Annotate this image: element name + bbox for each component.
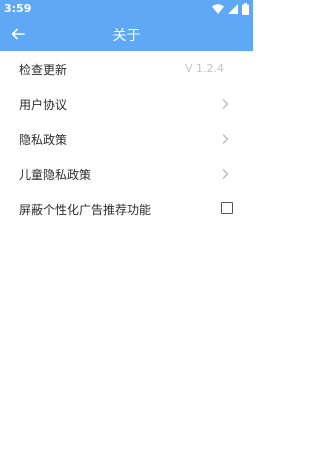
page-title: 关于 xyxy=(112,28,141,44)
children-privacy-policy-row[interactable]: 儿童隐私政策 xyxy=(0,156,253,191)
children-privacy-policy-label: 儿童隐私政策 xyxy=(19,168,92,182)
chevron-right-icon xyxy=(222,169,229,179)
user-agreement-label: 用户协议 xyxy=(19,98,68,112)
status-time: 3:59 xyxy=(4,2,32,15)
personalized-ads-row: 屏蔽个性化广告推荐功能 xyxy=(0,191,253,226)
cellular-signal-icon xyxy=(228,4,238,14)
chevron-right-icon xyxy=(222,99,229,109)
wifi-icon xyxy=(212,4,224,14)
status-icons xyxy=(212,3,249,15)
check-update-label: 检查更新 xyxy=(19,63,68,77)
privacy-policy-label: 隐私政策 xyxy=(19,133,68,147)
personalized-ads-label: 屏蔽个性化广告推荐功能 xyxy=(19,203,152,217)
personalized-ads-checkbox[interactable] xyxy=(221,202,233,214)
settings-list: 检查更新 V 1.2.4 用户协议 隐私政策 儿童隐私政策 屏蔽个性化广告推荐功… xyxy=(0,51,253,226)
battery-icon xyxy=(242,3,249,15)
user-agreement-row[interactable]: 用户协议 xyxy=(0,86,253,121)
app-bar: 关于 xyxy=(0,18,253,51)
privacy-policy-row[interactable]: 隐私政策 xyxy=(0,121,253,156)
version-value: V 1.2.4 xyxy=(184,62,224,75)
status-bar: 3:59 xyxy=(0,0,253,18)
chevron-right-icon xyxy=(222,134,229,144)
check-update-row[interactable]: 检查更新 V 1.2.4 xyxy=(0,51,253,86)
